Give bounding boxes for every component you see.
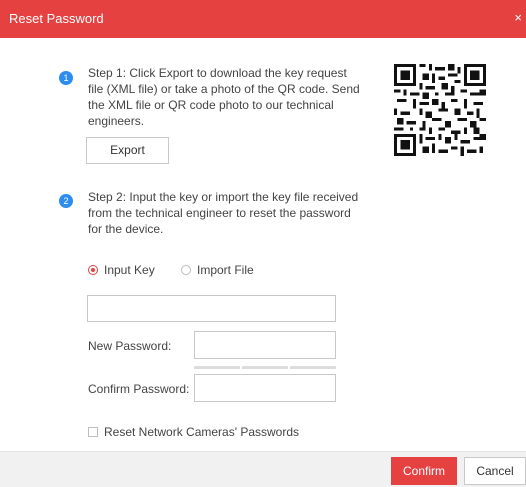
import-file-label[interactable]: Import File: [197, 263, 254, 277]
step-2-badge: 2: [59, 194, 73, 208]
key-input[interactable]: [87, 295, 336, 322]
close-icon[interactable]: ×: [514, 10, 522, 25]
new-password-field[interactable]: [194, 331, 336, 359]
step-2-line: from the technical engineer to reset the…: [88, 206, 351, 220]
cancel-button[interactable]: Cancel: [464, 457, 526, 485]
reset-cameras-checkbox[interactable]: [88, 427, 98, 437]
step-1-badge: 1: [59, 71, 73, 85]
import-file-radio[interactable]: [181, 265, 191, 275]
dialog-title: Reset Password: [9, 11, 104, 26]
export-button[interactable]: Export: [86, 137, 169, 164]
step-1-line: engineers.: [88, 114, 145, 128]
step-2-line: Step 2: Input the key or import the key …: [88, 190, 359, 204]
qr-code-icon: [394, 64, 486, 156]
confirm-password-label: Confirm Password:: [88, 382, 190, 396]
dialog-titlebar: Reset Password ×: [0, 0, 526, 38]
reset-password-dialog: Reset Password × 1 Step 1: Click Export …: [0, 0, 526, 487]
step-1-line: the XML file or QR code photo to our tec…: [88, 98, 334, 112]
password-strength-bar: [242, 366, 288, 369]
input-key-label[interactable]: Input Key: [104, 263, 155, 277]
confirm-button[interactable]: Confirm: [391, 457, 457, 485]
step-1-line: Step 1: Click Export to download the key…: [88, 66, 347, 80]
step-1-line: file (XML file) or take a photo of the Q…: [88, 82, 360, 96]
password-strength-bar: [290, 366, 336, 369]
reset-cameras-label[interactable]: Reset Network Cameras' Passwords: [104, 425, 299, 439]
confirm-password-field[interactable]: [194, 374, 336, 402]
step-2-line: for the device.: [88, 222, 164, 236]
input-key-radio[interactable]: [88, 265, 98, 275]
new-password-label: New Password:: [88, 339, 172, 353]
password-strength-bar: [194, 366, 240, 369]
step-1-instructions: Step 1: Click Export to download the key…: [88, 65, 378, 129]
step-2-instructions: Step 2: Input the key or import the key …: [88, 189, 388, 237]
